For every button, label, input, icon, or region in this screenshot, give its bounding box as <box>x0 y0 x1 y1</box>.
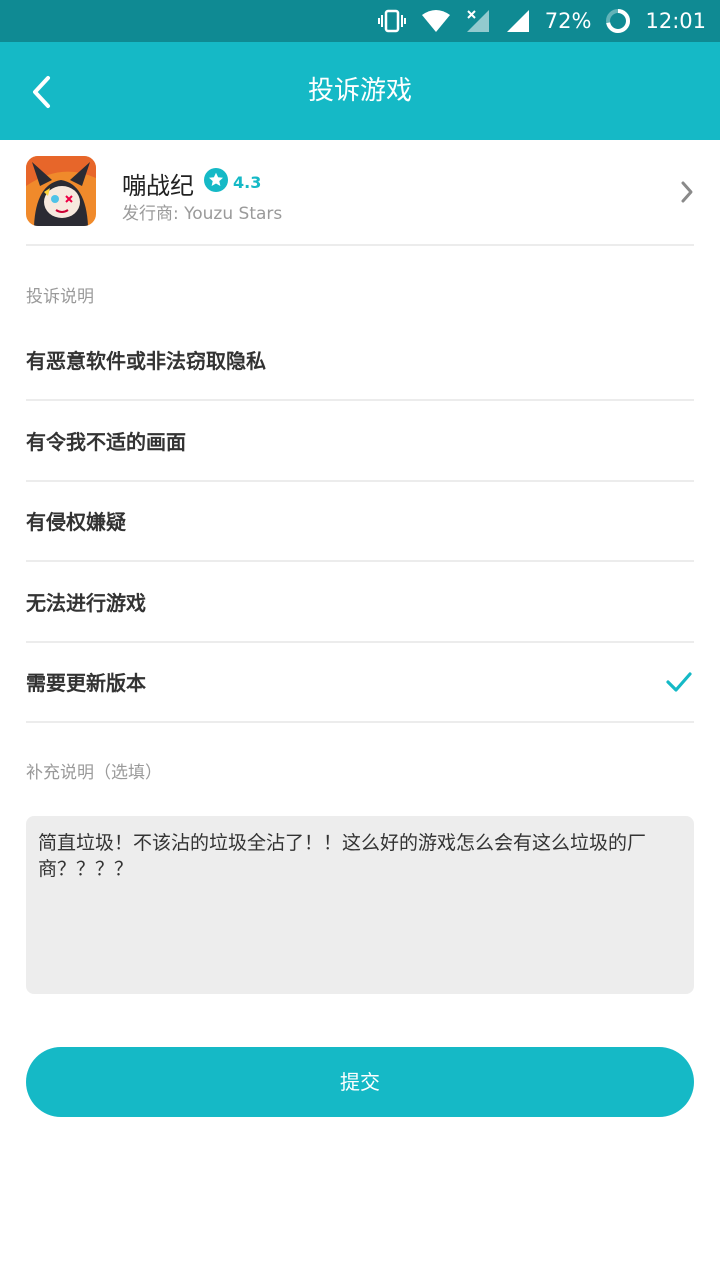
complaint-option-infringement[interactable]: 有侵权嫌疑 <box>26 482 694 562</box>
page-title: 投诉游戏 <box>307 76 412 106</box>
clock: 12:01 <box>645 9 706 33</box>
app-bar: 投诉游戏 <box>0 42 720 140</box>
chevron-right-icon <box>680 180 694 208</box>
signal-icon <box>505 9 531 33</box>
battery-percent: 72% <box>544 9 592 33</box>
complaint-section-label: 投诉说明 <box>26 287 94 307</box>
game-rating: 4.3 <box>204 168 261 196</box>
status-bar: 72% 12:01 <box>0 0 720 42</box>
wifi-icon <box>421 9 451 33</box>
option-label: 无法进行游戏 <box>26 591 146 615</box>
supplement-textarea[interactable]: 简直垃圾！不该沾的垃圾全沾了！！这么好的游戏怎么会有这么垃圾的厂商？？？？ <box>26 816 694 994</box>
no-signal-icon <box>465 9 491 33</box>
submit-button[interactable]: 提交 <box>26 1047 694 1117</box>
option-label: 需要更新版本 <box>26 671 146 695</box>
complaint-option-malware[interactable]: 有恶意软件或非法窃取隐私 <box>26 321 694 401</box>
complaint-option-update[interactable]: 需要更新版本 <box>26 643 694 723</box>
vibrate-icon <box>377 9 407 33</box>
game-name: 嘣战纪 <box>122 172 194 200</box>
complaint-option-offensive[interactable]: 有令我不适的画面 <box>26 402 694 482</box>
option-label: 有令我不适的画面 <box>26 430 186 454</box>
game-info-row[interactable]: 嘣战纪 4.3 发行商: Youzu Stars <box>26 140 694 246</box>
option-label: 有恶意软件或非法窃取隐私 <box>26 349 266 373</box>
option-label: 有侵权嫌疑 <box>26 510 126 534</box>
complaint-option-unplayable[interactable]: 无法进行游戏 <box>26 563 694 643</box>
battery-icon <box>605 8 631 34</box>
rating-value: 4.3 <box>233 172 262 192</box>
game-avatar-icon <box>26 156 96 226</box>
game-publisher: 发行商: Youzu Stars <box>122 204 283 224</box>
star-icon <box>204 168 228 196</box>
supplement-section-label: 补充说明（选填） <box>26 763 162 783</box>
checkmark-icon <box>666 671 692 697</box>
